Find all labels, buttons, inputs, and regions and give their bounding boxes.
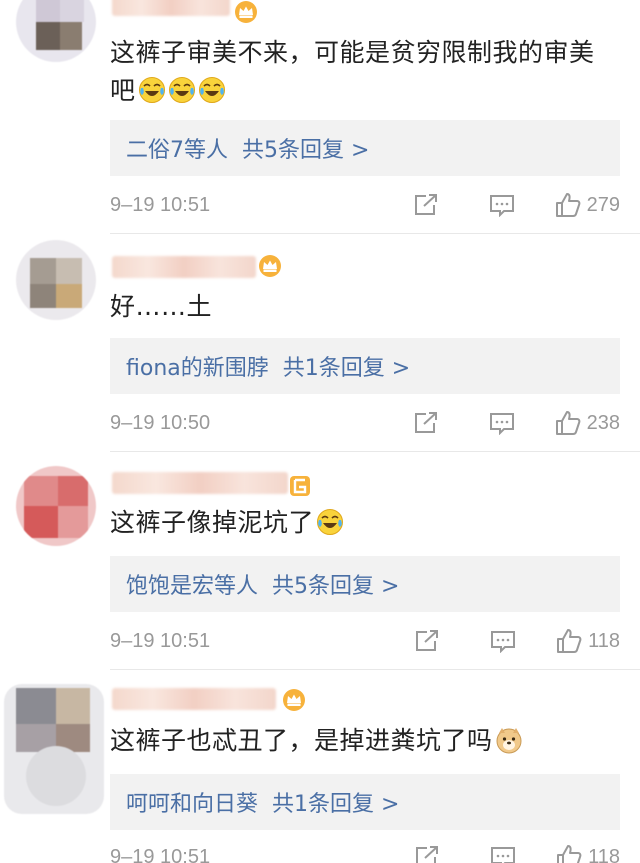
reply-users[interactable]: 呵呵和向日葵 bbox=[126, 786, 258, 818]
laugh-cry-emoji-icon bbox=[316, 508, 344, 536]
repost-button[interactable] bbox=[413, 411, 439, 435]
comment-button[interactable] bbox=[489, 411, 515, 435]
emoji-group bbox=[493, 726, 523, 755]
comment-icon bbox=[489, 413, 514, 435]
reply-preview[interactable]: fiona的新围脖 共1条回复 > bbox=[110, 338, 620, 394]
like-count: 118 bbox=[588, 629, 620, 652]
comment-meta: 9–19 10:51 118 bbox=[110, 626, 620, 656]
like-button[interactable]: 118 bbox=[556, 844, 620, 863]
share-icon bbox=[414, 412, 437, 433]
emoji-group bbox=[136, 76, 226, 105]
like-button[interactable]: 118 bbox=[556, 628, 620, 654]
reply-preview[interactable]: 二俗7等人 共5条回复 > bbox=[110, 120, 620, 176]
comment-text: 这裤子像掉泥坑了 bbox=[110, 504, 610, 542]
comment-button[interactable] bbox=[490, 845, 516, 863]
comment-button[interactable] bbox=[490, 629, 516, 653]
avatar[interactable] bbox=[16, 240, 96, 320]
reply-preview[interactable]: 饱饱是宏等人 共5条回复 > bbox=[110, 556, 620, 612]
comment-text: 好……土 bbox=[110, 292, 213, 321]
reply-count[interactable]: 共1条回复 > bbox=[283, 350, 410, 382]
crown-badge-icon bbox=[283, 689, 305, 711]
timestamp: 9–19 10:50 bbox=[110, 411, 211, 434]
share-icon bbox=[414, 194, 437, 215]
reply-users[interactable]: fiona的新围脖 bbox=[126, 350, 269, 382]
thumbs-up-icon bbox=[557, 629, 582, 653]
timestamp: 9–19 10:51 bbox=[110, 193, 211, 216]
username[interactable] bbox=[112, 0, 230, 16]
avatar[interactable] bbox=[16, 0, 96, 62]
timestamp: 9–19 10:51 bbox=[110, 845, 211, 863]
comment-item: 这裤子也忒丑了，是掉进粪坑了吗 呵呵和向日葵 共1条回复 > 9–19 10:5… bbox=[0, 670, 640, 863]
comment-icon bbox=[489, 195, 514, 217]
comment-meta: 9–19 10:51 279 bbox=[110, 190, 620, 220]
like-count: 279 bbox=[586, 193, 620, 216]
comment-item: 这裤子像掉泥坑了 饱饱是宏等人 共5条回复 > 9–19 10:51 118 bbox=[0, 452, 640, 670]
thumbs-up-icon bbox=[555, 411, 581, 435]
reply-count[interactable]: 共5条回复 > bbox=[242, 132, 369, 164]
comment-icon bbox=[491, 847, 516, 863]
doge-emoji-icon bbox=[495, 726, 523, 754]
like-count: 238 bbox=[586, 411, 620, 434]
username[interactable] bbox=[112, 256, 256, 278]
like-count: 118 bbox=[588, 845, 620, 863]
comment-text: 这裤子也忒丑了，是掉进粪坑了吗 bbox=[110, 722, 610, 760]
username[interactable] bbox=[112, 688, 276, 710]
crown-badge-icon bbox=[235, 1, 257, 23]
reply-preview[interactable]: 呵呵和向日葵 共1条回复 > bbox=[110, 774, 620, 830]
comment-meta: 9–19 10:50 238 bbox=[110, 408, 620, 438]
share-icon bbox=[416, 630, 439, 651]
emoji-group bbox=[314, 508, 344, 537]
comment-item: 这裤子审美不来，可能是贫穷限制我的审美吧 二俗7等人 共5条回复 > 9–19 … bbox=[0, 0, 640, 234]
username[interactable] bbox=[112, 472, 288, 494]
crown-badge-icon bbox=[259, 255, 281, 277]
repost-button[interactable] bbox=[414, 845, 440, 863]
reply-users[interactable]: 二俗7等人 bbox=[126, 132, 228, 164]
laugh-cry-emoji-icon bbox=[138, 76, 166, 104]
vip-badge-icon bbox=[290, 476, 310, 496]
comment-meta: 9–19 10:51 118 bbox=[110, 842, 620, 863]
repost-button[interactable] bbox=[414, 629, 440, 653]
laugh-cry-emoji-icon bbox=[168, 76, 196, 104]
timestamp: 9–19 10:51 bbox=[110, 629, 211, 652]
laugh-cry-emoji-icon bbox=[198, 76, 226, 104]
repost-button[interactable] bbox=[413, 193, 439, 217]
avatar[interactable] bbox=[4, 684, 104, 814]
avatar[interactable] bbox=[16, 466, 96, 546]
like-button[interactable]: 238 bbox=[555, 410, 620, 436]
reply-users[interactable]: 饱饱是宏等人 bbox=[126, 568, 258, 600]
reply-count[interactable]: 共1条回复 > bbox=[272, 786, 399, 818]
like-button[interactable]: 279 bbox=[555, 192, 620, 218]
comment-item: 好……土 fiona的新围脖 共1条回复 > 9–19 10:50 238 bbox=[0, 234, 640, 452]
thumbs-up-icon bbox=[557, 845, 582, 863]
comment-icon bbox=[491, 631, 516, 653]
reply-count[interactable]: 共5条回复 > bbox=[272, 568, 399, 600]
share-icon bbox=[416, 846, 439, 863]
comment-text: 这裤子审美不来，可能是贫穷限制我的审美吧 bbox=[110, 38, 595, 105]
comment-button[interactable] bbox=[489, 193, 515, 217]
thumbs-up-icon bbox=[555, 193, 581, 217]
